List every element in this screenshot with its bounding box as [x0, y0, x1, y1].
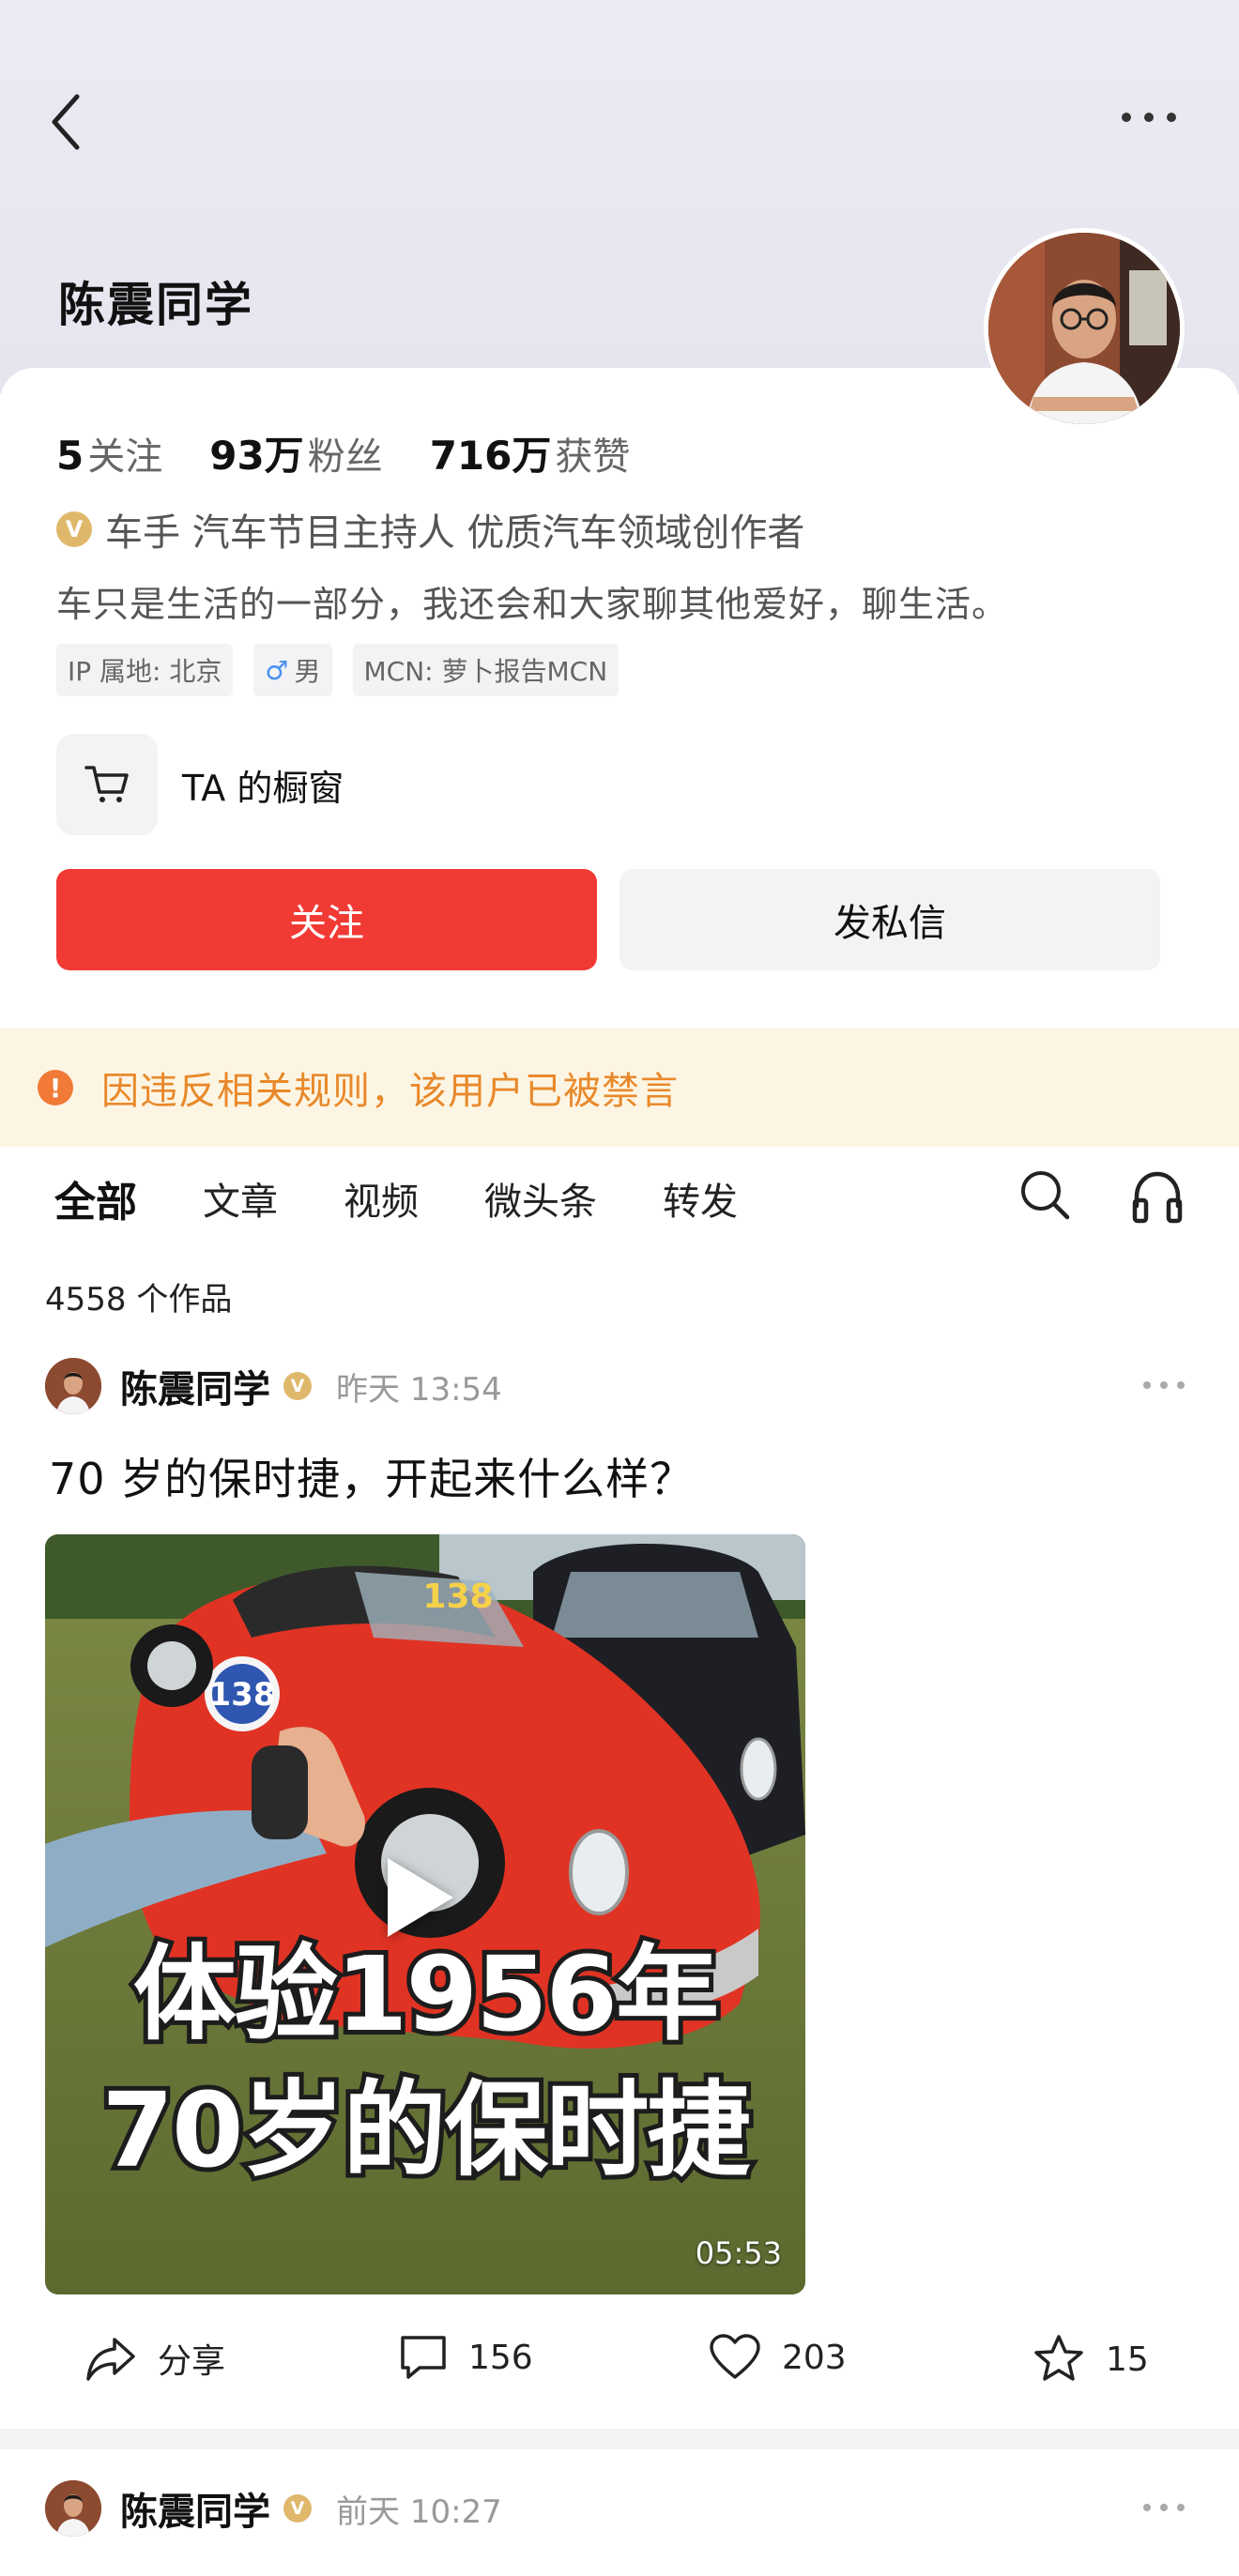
post-header: 陈震同学 V 昨天 13:54: [45, 1358, 502, 1414]
heart-icon: [710, 2334, 760, 2379]
gender-tag: ♂ 男: [253, 644, 332, 696]
more-dot-icon: [1122, 113, 1131, 122]
profile-bio: 车只是生活的一部分，我还会和大家聊其他爱好，聊生活。: [56, 584, 1009, 625]
message-button[interactable]: 发私信: [620, 869, 1160, 970]
more-dot-icon: [1143, 2504, 1151, 2511]
profile-stats: 5 关注 93万 粉丝 716万 获赞: [56, 424, 677, 481]
likes-label: 获赞: [555, 435, 631, 479]
shop-window-entry[interactable]: TA 的橱窗: [56, 734, 344, 835]
share-label: 分享: [158, 2342, 226, 2381]
star-icon: [1034, 2335, 1083, 2381]
gender-text: 男: [294, 656, 321, 687]
warning-icon: !: [38, 1070, 73, 1105]
following-count[interactable]: 5: [56, 433, 84, 479]
more-dot-icon: [1177, 2504, 1185, 2511]
tab-reposts[interactable]: 转发: [663, 1171, 738, 1226]
headphones-icon[interactable]: [1129, 1168, 1185, 1225]
post-time: 昨天 13:54: [336, 1370, 502, 1409]
mcn-tag[interactable]: MCN: 萝卜报告MCN: [352, 644, 620, 696]
post-time: 前天 10:27: [336, 2492, 502, 2531]
profile-avatar[interactable]: [984, 228, 1185, 429]
tab-articles[interactable]: 文章: [203, 1171, 278, 1226]
verification-text: 车手 汽车节目主持人 优质汽车领域创作者: [105, 511, 805, 555]
play-icon[interactable]: [388, 1858, 453, 1937]
ip-location-tag: IP 属地: 北京: [56, 644, 234, 696]
author-avatar[interactable]: [45, 2480, 101, 2537]
share-icon: [86, 2338, 135, 2381]
back-button[interactable]: [45, 89, 92, 155]
post-title[interactable]: 70 岁的保时捷，开起来什么样？: [49, 1445, 694, 1507]
favorite-button[interactable]: 15: [1032, 2334, 1149, 2385]
more-dot-icon: [1167, 113, 1176, 122]
comment-count: 156: [468, 2338, 533, 2377]
likes-count: 716万: [429, 433, 552, 479]
chevron-left-icon: [52, 94, 80, 150]
comment-button[interactable]: 156: [399, 2334, 533, 2381]
verified-badge-icon: V: [56, 511, 92, 547]
post-more-button[interactable]: [1143, 2504, 1185, 2511]
followers-count[interactable]: 93万: [209, 424, 303, 481]
verified-badge-icon: V: [283, 1372, 312, 1400]
verified-badge-icon: V: [283, 2494, 312, 2523]
tab-micro-posts[interactable]: 微头条: [484, 1171, 597, 1226]
share-button[interactable]: 分享: [84, 2334, 225, 2383]
profile-name: 陈震同学: [58, 278, 253, 332]
more-dot-icon: [1143, 1381, 1151, 1389]
like-count: 203: [782, 2338, 847, 2377]
search-icon[interactable]: [1017, 1166, 1073, 1223]
following-label[interactable]: 关注: [87, 426, 162, 480]
works-count: 4558 个作品: [45, 1281, 233, 1318]
profile-tags: IP 属地: 北京 ♂ 男 MCN: 萝卜报告MCN: [56, 644, 620, 696]
followers-label[interactable]: 粉丝: [308, 426, 383, 480]
race-number: 138: [209, 1676, 276, 1714]
follow-button[interactable]: 关注: [56, 869, 597, 970]
more-options-button[interactable]: [1122, 103, 1197, 131]
post-divider: [0, 2429, 1239, 2449]
ban-notice-text: 因违反相关规则，该用户已被禁言: [101, 1070, 679, 1113]
shop-window-label: TA 的橱窗: [182, 767, 344, 809]
verification-line: V 车手 汽车节目主持人 优质汽车领域创作者: [56, 502, 804, 556]
content-tabs: 全部 文章 视频 微头条 转发: [54, 1168, 803, 1228]
shopping-cart-icon: [56, 734, 158, 835]
more-dot-icon: [1160, 1381, 1168, 1389]
comment-icon: [401, 2336, 446, 2379]
more-dot-icon: [1144, 113, 1154, 122]
video-caption-line2: 70岁的保时捷: [97, 2070, 755, 2190]
avatar-image: [988, 233, 1180, 424]
favorite-count: 15: [1106, 2340, 1149, 2379]
post-more-button[interactable]: [1143, 1381, 1185, 1389]
race-number-windshield: 138: [422, 1578, 493, 1616]
tab-all[interactable]: 全部: [54, 1168, 137, 1228]
video-duration: 05:53: [695, 2235, 782, 2271]
ban-notice: ! 因违反相关规则，该用户已被禁言: [0, 1029, 1239, 1147]
author-name[interactable]: 陈震同学: [120, 2481, 270, 2536]
like-button[interactable]: 203: [709, 2334, 847, 2381]
author-avatar[interactable]: [45, 1358, 101, 1414]
author-name[interactable]: 陈震同学: [120, 1359, 270, 1413]
more-dot-icon: [1160, 2504, 1168, 2511]
post-action-bar: 分享 156 203 15: [0, 2334, 1239, 2390]
male-icon: ♂: [265, 654, 289, 686]
tab-videos[interactable]: 视频: [344, 1171, 419, 1226]
more-dot-icon: [1177, 1381, 1185, 1389]
video-caption-line1: 体验1956年: [129, 1934, 724, 2054]
post-header: 陈震同学 V 前天 10:27: [45, 2480, 502, 2537]
